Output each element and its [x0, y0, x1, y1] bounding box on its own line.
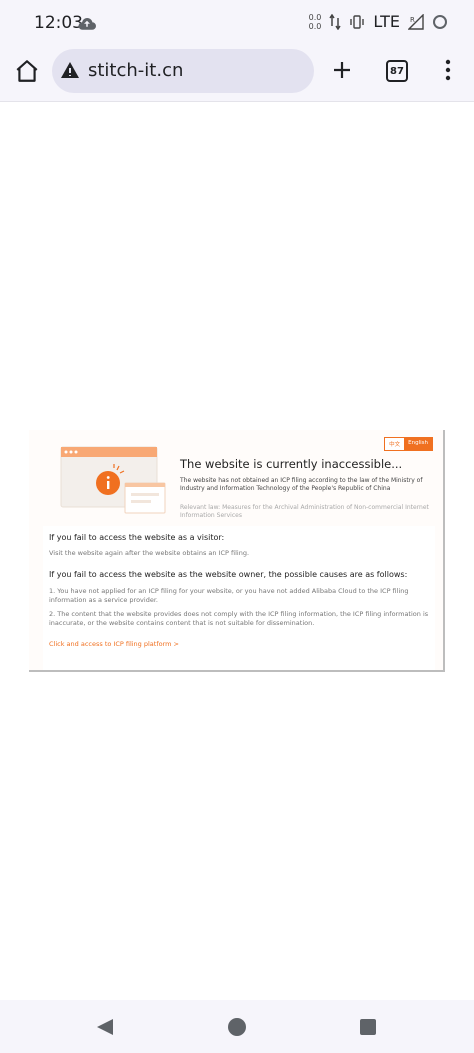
browser-toolbar: stitch-it.cn 87 [0, 46, 474, 102]
home-circle-icon[interactable] [228, 1018, 246, 1036]
url-text[interactable]: stitch-it.cn [88, 60, 183, 81]
back-icon[interactable] [95, 1018, 115, 1036]
browser-warning-illustration [60, 446, 166, 514]
cloud-upload-icon [78, 17, 96, 30]
vibrate-icon [350, 14, 365, 29]
cause-item-2: 2. The content that the website provides… [49, 610, 429, 627]
plus-icon[interactable] [330, 58, 354, 82]
language-switch: 中文 English [384, 437, 433, 451]
more-vert-icon[interactable] [440, 58, 456, 82]
visitor-section-text: Visit the website again after the websit… [49, 549, 250, 557]
owner-section-title: If you fail to access the website as the… [49, 570, 408, 579]
status-bar: 12:03 0.0 0.0 LTE R [0, 0, 474, 46]
icp-notice-frame: 中文 English The website is currently inac… [29, 430, 445, 672]
page-headline: The website is currently inaccessible... [180, 457, 403, 471]
data-up-rate: 0.0 [308, 12, 322, 22]
system-nav-bar [0, 1000, 474, 1053]
icp-platform-link[interactable]: Click and access to ICP filing platform … [49, 640, 179, 648]
data-arrows-icon [329, 13, 342, 30]
recents-icon[interactable] [360, 1019, 376, 1035]
data-down-rate: 0.0 [308, 21, 322, 31]
status-indicators: 0.0 0.0 LTE R [309, 12, 448, 31]
cause-item-1: 1. You have not applied for an ICP filin… [49, 587, 409, 604]
url-bar[interactable]: stitch-it.cn [52, 49, 314, 93]
icp-description: The website has not obtained an ICP fili… [180, 477, 423, 492]
tab-count-button[interactable]: 87 [386, 60, 408, 82]
network-type: LTE [373, 12, 400, 31]
warning-icon[interactable] [60, 60, 80, 80]
battery-icon [433, 14, 447, 29]
visitor-section-title: If you fail to access the website as a v… [49, 533, 225, 542]
relevant-law: Relevant law: Measures for the Archival … [180, 504, 429, 519]
signal-icon: R [408, 13, 424, 30]
svg-text:R: R [410, 16, 415, 24]
status-time: 12:03 [34, 13, 83, 33]
lang-en-button[interactable]: English [404, 438, 432, 450]
lang-zh-button[interactable]: 中文 [385, 438, 405, 450]
home-icon[interactable] [14, 58, 40, 84]
data-rates: 0.0 0.0 [309, 13, 322, 31]
